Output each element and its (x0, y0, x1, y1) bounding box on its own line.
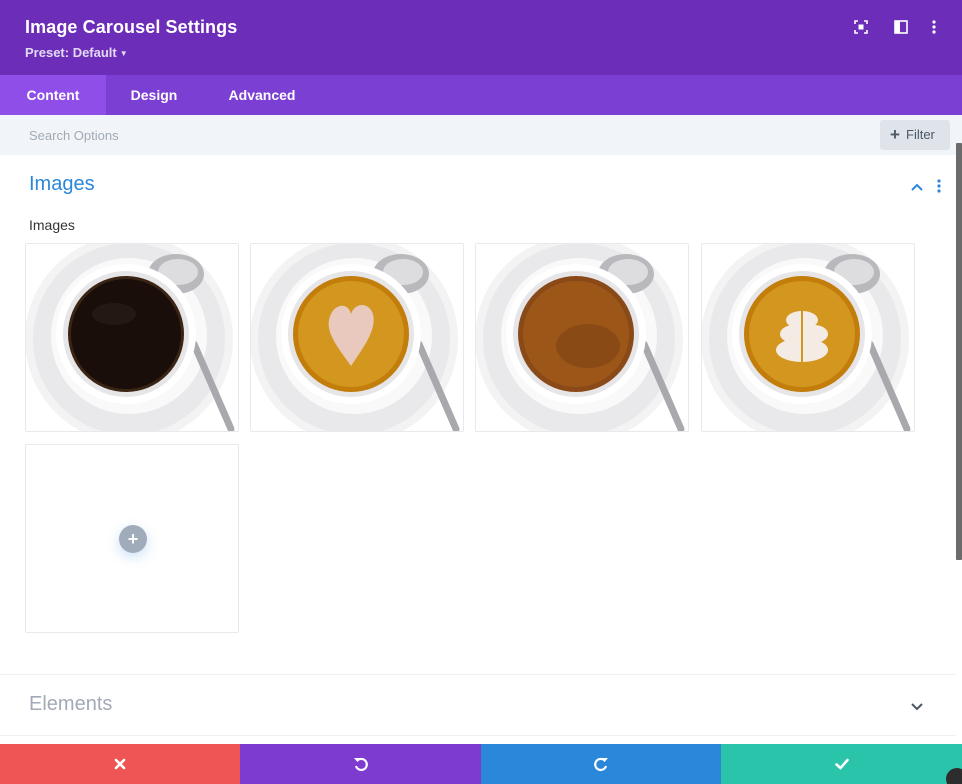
tab-advanced[interactable]: Advanced (217, 75, 307, 115)
divider (0, 735, 956, 736)
preset-dropdown[interactable]: Preset: Default ▼ (25, 45, 128, 60)
close-icon (114, 758, 126, 770)
preset-label: Preset: Default (25, 45, 117, 60)
plus-icon: + (890, 125, 900, 144)
redo-icon (594, 757, 608, 772)
split-view-icon[interactable] (891, 17, 911, 37)
fullscreen-icon[interactable] (851, 17, 871, 37)
caret-down-icon: ▼ (119, 49, 128, 58)
tab-content[interactable]: Content (0, 75, 106, 115)
undo-icon (353, 757, 368, 772)
divider (0, 674, 956, 675)
more-vertical-icon[interactable] (924, 17, 944, 37)
modal-footer (0, 744, 962, 784)
redo-button[interactable] (481, 744, 721, 784)
modal-title: Image Carousel Settings (25, 17, 238, 37)
settings-tabs: Content Design Advanced (0, 75, 962, 115)
image-thumbnail-coffee-crema[interactable] (475, 243, 689, 432)
images-field-label: Images (29, 217, 75, 233)
save-button[interactable] (721, 744, 962, 784)
add-image-box[interactable]: + (25, 444, 239, 633)
image-thumbnail-latte-heart[interactable] (250, 243, 464, 432)
section-title-elements[interactable]: Elements (29, 693, 112, 716)
modal-header: Image Carousel Settings Preset: Default ▼ (0, 0, 962, 75)
chevron-down-icon[interactable] (908, 700, 926, 714)
check-icon (834, 758, 849, 770)
add-image-button[interactable]: + (119, 525, 147, 553)
filter-label: Filter (906, 127, 935, 142)
filter-button[interactable]: + Filter (880, 120, 950, 150)
discard-button[interactable] (0, 744, 240, 784)
search-bar: + Filter (0, 115, 962, 155)
section-more-icon[interactable] (934, 178, 944, 194)
undo-button[interactable] (240, 744, 481, 784)
search-input[interactable] (0, 115, 860, 155)
resize-handle[interactable] (946, 768, 962, 784)
scrollbar[interactable] (956, 143, 962, 560)
image-thumbnail-black-coffee[interactable] (25, 243, 239, 432)
section-title-images[interactable]: Images (29, 173, 95, 196)
chevron-up-icon[interactable] (908, 180, 926, 194)
image-thumbnail-latte-leaf[interactable] (701, 243, 915, 432)
tab-design[interactable]: Design (113, 75, 195, 115)
